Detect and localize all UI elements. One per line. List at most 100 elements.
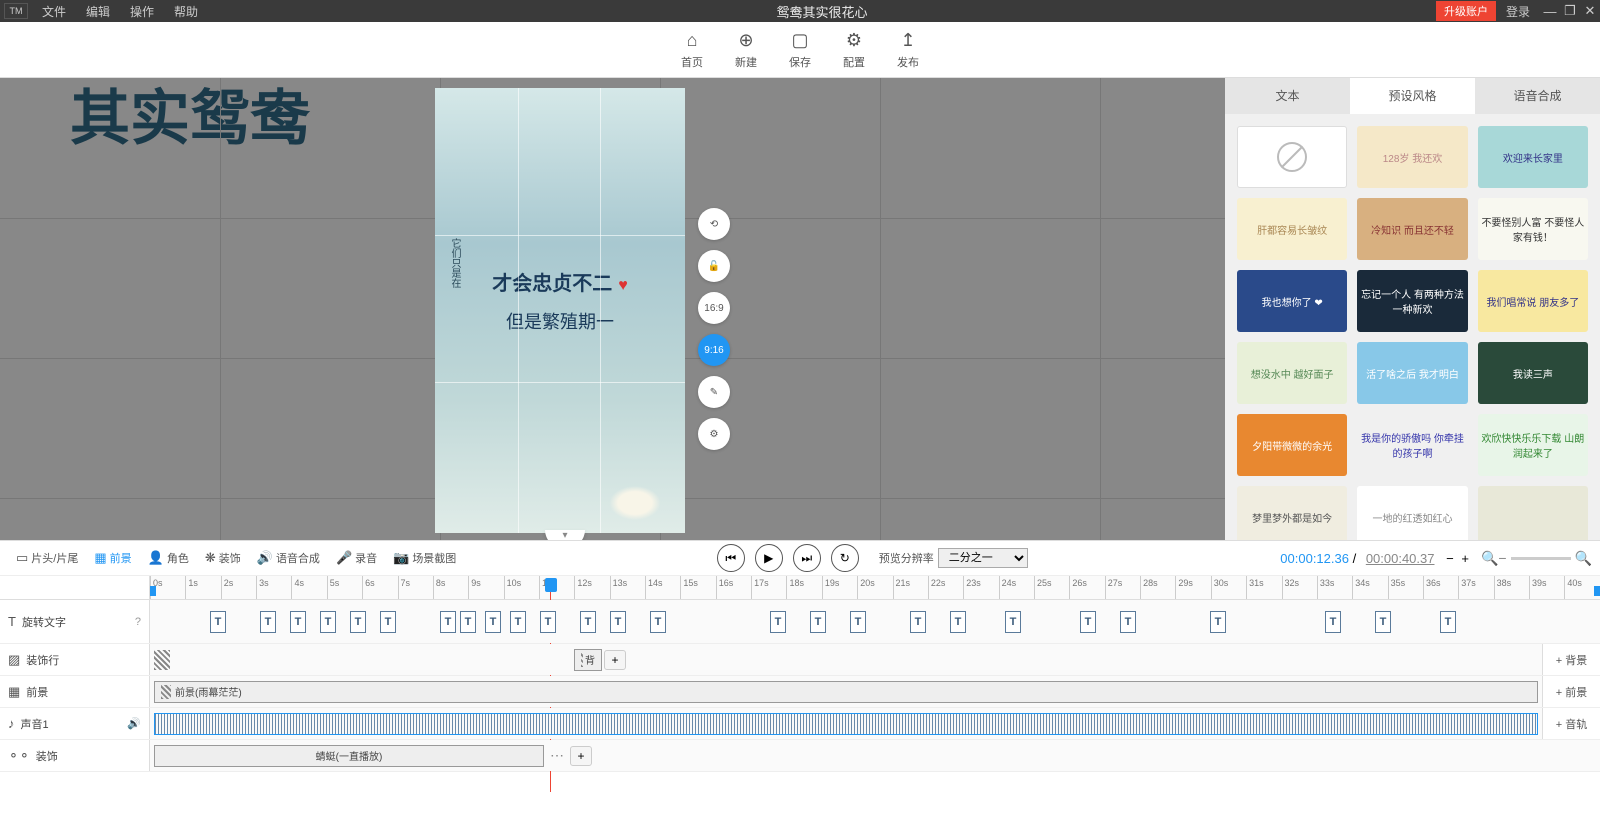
minimize-button[interactable]: — — [1540, 4, 1560, 19]
text-clip-0[interactable]: T — [210, 611, 226, 633]
preset-16[interactable]: 一地的红透如红心 — [1357, 486, 1467, 540]
add-bg-track-button[interactable]: + 背景 — [1542, 644, 1600, 675]
add-audio-track-button[interactable]: + 音轨 — [1542, 708, 1600, 739]
add-fg-track-button[interactable]: + 前景 — [1542, 676, 1600, 707]
preset-4[interactable]: 冷知识 而且还不轻 — [1357, 198, 1467, 260]
preset-11[interactable]: 我读三声 — [1478, 342, 1588, 404]
play-button[interactable]: ▶ — [755, 544, 783, 572]
text-clip-2[interactable]: T — [290, 611, 306, 633]
text-clip-14[interactable]: T — [770, 611, 786, 633]
text-clip-25[interactable]: T — [1440, 611, 1456, 633]
deco-clip[interactable]: 蜻蜓(一直播放) — [154, 745, 544, 767]
preset-6[interactable]: 我也想你了 ❤ — [1237, 270, 1347, 332]
time-minus-button[interactable]: − — [1446, 551, 1454, 566]
tl-tab-2[interactable]: 👤角色 — [140, 550, 197, 566]
add-bg-clip-button[interactable]: + — [604, 650, 626, 670]
text-clip-10[interactable]: T — [540, 611, 556, 633]
canvas-area[interactable]: 其实鸳鸯 它们只是在 才会忠贞不二♥ 但是繁殖期一 ⟲🔓16:99:16✎⚙ ▾ — [0, 78, 1225, 540]
preset-0[interactable] — [1237, 126, 1347, 188]
toolbar-3[interactable]: ⚙配置 — [827, 30, 881, 70]
text-clip-7[interactable]: T — [460, 611, 476, 633]
tl-tab-3[interactable]: ❋装饰 — [197, 550, 249, 566]
canvas-expand-icon[interactable]: ▾ — [545, 530, 585, 540]
track-decoration-content[interactable]: 蜻蜓(一直播放) ⋯ + — [150, 740, 1600, 771]
time-plus-button[interactable]: + — [1461, 551, 1469, 566]
loop-button[interactable]: ↻ — [831, 544, 859, 572]
preset-15[interactable]: 梦里梦外都是如今 — [1237, 486, 1347, 540]
preset-10[interactable]: 活了啥之后 我才明白 — [1357, 342, 1467, 404]
login-button[interactable]: 登录 — [1496, 3, 1540, 20]
tl-tab-0[interactable]: ▭片头/片尾 — [8, 550, 86, 566]
tl-tab-4[interactable]: 🔊语音合成 — [249, 550, 328, 566]
end-marker[interactable] — [1594, 586, 1600, 596]
text-clip-4[interactable]: T — [350, 611, 366, 633]
playhead[interactable] — [545, 578, 557, 592]
text-clip-13[interactable]: T — [650, 611, 666, 633]
speaker-icon[interactable]: 🔊 — [127, 717, 141, 730]
bg-clip2[interactable]: 背 — [574, 649, 602, 671]
right-tab-0[interactable]: 文本 — [1225, 78, 1350, 114]
canvas-tool-2[interactable]: 16:9 — [698, 292, 730, 324]
clip-more-icon[interactable]: ⋯ — [546, 747, 568, 764]
text-clip-17[interactable]: T — [910, 611, 926, 633]
text-clip-19[interactable]: T — [1005, 611, 1021, 633]
text-clip-23[interactable]: T — [1325, 611, 1341, 633]
text-clip-11[interactable]: T — [580, 611, 596, 633]
canvas-tool-4[interactable]: ✎ — [698, 376, 730, 408]
preset-12[interactable]: 夕阳带微微的余光 — [1237, 414, 1347, 476]
maximize-button[interactable]: ❐ — [1560, 3, 1580, 19]
text-clip-9[interactable]: T — [510, 611, 526, 633]
toolbar-2[interactable]: ▢保存 — [773, 30, 827, 70]
text-clip-18[interactable]: T — [950, 611, 966, 633]
right-tab-2[interactable]: 语音合成 — [1475, 78, 1600, 114]
preset-1[interactable]: 128岁 我还欢 — [1357, 126, 1467, 188]
text-clip-22[interactable]: T — [1210, 611, 1226, 633]
canvas-tool-5[interactable]: ⚙ — [698, 418, 730, 450]
menu-file[interactable]: 文件 — [32, 3, 76, 20]
help-icon[interactable]: ? — [135, 616, 141, 628]
text-clip-12[interactable]: T — [610, 611, 626, 633]
text-clip-20[interactable]: T — [1080, 611, 1096, 633]
text-clip-5[interactable]: T — [380, 611, 396, 633]
preset-5[interactable]: 不要怪别人富 不要怪人家有钱！ — [1478, 198, 1588, 260]
canvas-tool-3[interactable]: 9:16 — [698, 334, 730, 366]
text-clip-24[interactable]: T — [1375, 611, 1391, 633]
text-clip-1[interactable]: T — [260, 611, 276, 633]
start-marker[interactable] — [150, 586, 156, 596]
preset-7[interactable]: 忘记一个人 有两种方法 一种新欢 — [1357, 270, 1467, 332]
text-clip-15[interactable]: T — [810, 611, 826, 633]
preset-3[interactable]: 肝都容易长皱纹 — [1237, 198, 1347, 260]
preset-8[interactable]: 我们唱常说 朋友多了 — [1478, 270, 1588, 332]
canvas-tool-1[interactable]: 🔓 — [698, 250, 730, 282]
resolution-select[interactable]: 二分之一 — [938, 548, 1028, 568]
total-time[interactable]: 00:00:40.37 — [1366, 551, 1435, 566]
menu-edit[interactable]: 编辑 — [76, 3, 120, 20]
preview-frame[interactable]: 它们只是在 才会忠贞不二♥ 但是繁殖期一 — [435, 88, 685, 533]
menu-help[interactable]: 帮助 — [164, 3, 208, 20]
track-deco-content[interactable]: 背 + — [150, 644, 1542, 675]
right-tab-1[interactable]: 预设风格 — [1350, 78, 1475, 114]
text-clip-3[interactable]: T — [320, 611, 336, 633]
toolbar-0[interactable]: ⌂首页 — [665, 30, 719, 70]
toolbar-1[interactable]: ⊕新建 — [719, 30, 773, 70]
zoom-in-icon[interactable]: 🔍 — [1575, 550, 1592, 567]
track-text-content[interactable]: TTTTTTTTTTTTTTTTTTTTTTTTTT — [150, 600, 1600, 643]
preset-17[interactable] — [1478, 486, 1588, 540]
track-audio-content[interactable] — [150, 708, 1542, 739]
canvas-tool-0[interactable]: ⟲ — [698, 208, 730, 240]
text-clip-16[interactable]: T — [850, 611, 866, 633]
zoom-slider[interactable] — [1511, 557, 1571, 560]
bg-clip-hatch[interactable] — [154, 650, 170, 670]
close-button[interactable]: ✕ — [1580, 3, 1600, 19]
menu-action[interactable]: 操作 — [120, 3, 164, 20]
preset-14[interactable]: 欢欣快快乐乐下载 山朗润起来了 — [1478, 414, 1588, 476]
tl-tab-6[interactable]: 📷场景截图 — [385, 550, 464, 566]
tl-tab-1[interactable]: ▦前景 — [86, 550, 139, 566]
toolbar-4[interactable]: ↥发布 — [881, 30, 935, 70]
text-clip-6[interactable]: T — [440, 611, 456, 633]
add-deco-clip-button[interactable]: + — [570, 746, 592, 766]
tl-tab-5[interactable]: 🎤录音 — [328, 550, 385, 566]
upgrade-button[interactable]: 升级账户 — [1436, 1, 1496, 21]
track-fg-content[interactable]: 前景(雨幕茫茫) — [150, 676, 1542, 707]
preset-2[interactable]: 欢迎来长家里 — [1478, 126, 1588, 188]
